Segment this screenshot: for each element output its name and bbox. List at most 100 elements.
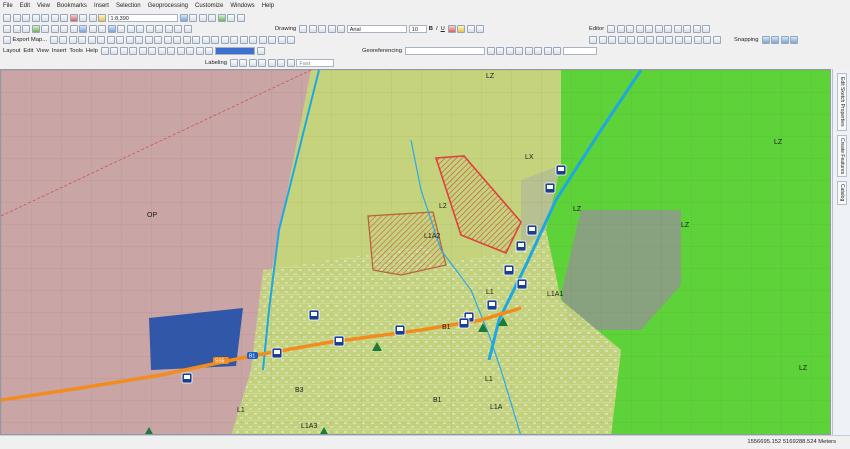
pan-icon[interactable] bbox=[22, 24, 30, 33]
italic-button[interactable]: I bbox=[436, 26, 438, 32]
bold-button[interactable]: B bbox=[429, 26, 433, 32]
search-window-icon[interactable] bbox=[208, 13, 216, 22]
label-style-icon[interactable] bbox=[286, 58, 295, 67]
georef-value-field[interactable] bbox=[562, 46, 597, 55]
pause-labeling-icon[interactable] bbox=[267, 58, 276, 67]
bus-stop-pin[interactable] bbox=[486, 299, 498, 311]
bus-stop-pin[interactable] bbox=[308, 309, 320, 321]
schematic-icon[interactable] bbox=[220, 35, 229, 44]
tools-menu[interactable]: Tools bbox=[69, 48, 83, 54]
3d-icon[interactable] bbox=[258, 35, 267, 44]
redo-icon[interactable] bbox=[88, 13, 97, 22]
line-color-icon[interactable] bbox=[466, 24, 475, 33]
open-folder-icon[interactable] bbox=[12, 13, 21, 22]
transparency-icon[interactable] bbox=[106, 35, 115, 44]
draw-icon[interactable] bbox=[287, 35, 296, 44]
menu-help[interactable]: Help bbox=[262, 3, 274, 9]
bus-stop-pin[interactable] bbox=[271, 347, 283, 359]
menu-insert[interactable]: Insert bbox=[94, 3, 109, 9]
highlight-parcel-l1a2[interactable] bbox=[367, 211, 447, 276]
update-display-icon[interactable] bbox=[553, 46, 562, 55]
data-driven-pages-icon[interactable] bbox=[256, 46, 265, 55]
sketch-properties-icon[interactable] bbox=[692, 24, 701, 33]
drawing-menu[interactable]: Drawing bbox=[275, 26, 296, 32]
swipe-icon[interactable] bbox=[59, 35, 68, 44]
effects-icon[interactable] bbox=[78, 35, 87, 44]
edit-annotation-icon[interactable] bbox=[616, 24, 625, 33]
underline-button[interactable]: U bbox=[441, 26, 445, 32]
create-features-icon[interactable] bbox=[702, 24, 711, 33]
georef-layer-dropdown[interactable] bbox=[404, 46, 485, 55]
view-link-table-icon[interactable] bbox=[524, 46, 533, 55]
edit-tool-icon[interactable] bbox=[607, 24, 616, 33]
labeling-menu[interactable]: Labeling bbox=[205, 60, 227, 66]
help-menu-2[interactable]: Help bbox=[86, 48, 98, 54]
select-features-icon[interactable] bbox=[79, 24, 87, 33]
time-slider-icon[interactable] bbox=[174, 24, 182, 33]
bus-stop-pin[interactable] bbox=[333, 335, 345, 347]
fixed-zoom-in-layout-icon[interactable] bbox=[148, 46, 157, 55]
toggle-draft-icon[interactable] bbox=[186, 46, 195, 55]
view-unplaced-icon[interactable] bbox=[277, 58, 286, 67]
identify-icon[interactable] bbox=[107, 24, 116, 33]
menu-geoprocessing[interactable]: Geoprocessing bbox=[148, 3, 188, 9]
smooth-icon[interactable] bbox=[665, 35, 673, 44]
rotate-feature-icon[interactable] bbox=[673, 24, 682, 33]
layout-zoom-in-icon[interactable] bbox=[100, 46, 109, 55]
find-icon[interactable] bbox=[145, 24, 154, 33]
edit-menu-2[interactable]: Edit bbox=[23, 48, 33, 54]
undo-icon[interactable] bbox=[79, 13, 87, 22]
back-extent-icon[interactable] bbox=[60, 24, 68, 33]
point-snapping-icon[interactable] bbox=[761, 35, 770, 44]
topology-icon[interactable] bbox=[201, 35, 210, 44]
go-forward-icon[interactable] bbox=[176, 46, 185, 55]
label-priority-icon[interactable] bbox=[239, 58, 248, 67]
tab-catalog[interactable]: Catalog bbox=[837, 181, 847, 205]
refresh-icon[interactable] bbox=[144, 35, 153, 44]
tracking-icon[interactable] bbox=[249, 35, 258, 44]
hyperlink-icon[interactable] bbox=[117, 24, 125, 33]
rotate-icon[interactable] bbox=[308, 24, 317, 33]
font-size-dropdown[interactable]: 10 bbox=[408, 24, 427, 33]
bus-stop-pin[interactable] bbox=[516, 278, 528, 290]
add-control-points-icon[interactable] bbox=[515, 46, 524, 55]
menu-view[interactable]: View bbox=[37, 3, 50, 9]
cut-polygon-icon[interactable] bbox=[598, 35, 607, 44]
viewer-georef-icon[interactable] bbox=[534, 46, 543, 55]
split-icon[interactable] bbox=[664, 24, 673, 33]
layer-icon[interactable] bbox=[49, 35, 58, 44]
menu-windows[interactable]: Windows bbox=[230, 3, 254, 9]
menu-customize[interactable]: Customize bbox=[195, 3, 223, 9]
bus-stop-pin[interactable] bbox=[555, 164, 567, 176]
copy-parallel-icon[interactable] bbox=[636, 35, 645, 44]
overview-icon[interactable] bbox=[125, 35, 134, 44]
lock-labels-icon[interactable] bbox=[258, 58, 267, 67]
explode-icon[interactable] bbox=[646, 35, 654, 44]
attributes-icon[interactable] bbox=[683, 24, 692, 33]
merge-icon[interactable] bbox=[608, 35, 616, 44]
layout-zoom-out-icon[interactable] bbox=[110, 46, 119, 55]
scale-icon[interactable] bbox=[693, 35, 702, 44]
marker-color-icon[interactable] bbox=[476, 24, 485, 33]
model-builder-icon[interactable] bbox=[236, 13, 245, 22]
change-layout-icon[interactable] bbox=[205, 46, 214, 55]
menu-bookmarks[interactable]: Bookmarks bbox=[57, 3, 87, 9]
data-view-icon[interactable] bbox=[163, 35, 172, 44]
text-icon[interactable] bbox=[327, 24, 336, 33]
python-window-icon[interactable] bbox=[227, 13, 235, 22]
shift-icon[interactable] bbox=[496, 46, 505, 55]
network-icon[interactable] bbox=[230, 35, 239, 44]
trace-icon[interactable] bbox=[645, 24, 654, 33]
paste-icon[interactable] bbox=[60, 13, 68, 22]
layout-zoom-dropdown[interactable] bbox=[214, 46, 255, 55]
vertex-snapping-icon[interactable] bbox=[780, 35, 789, 44]
end-snapping-icon[interactable] bbox=[771, 35, 779, 44]
label-quality-dropdown[interactable]: Fast bbox=[296, 58, 335, 67]
zoom-100-icon[interactable] bbox=[138, 46, 147, 55]
tab-create-features[interactable]: Create Features bbox=[837, 135, 847, 177]
zoom-in-icon[interactable] bbox=[3, 24, 11, 33]
arctoolbox-icon[interactable] bbox=[217, 13, 226, 22]
flicker-icon[interactable] bbox=[68, 35, 77, 44]
clear-selection-icon[interactable] bbox=[88, 24, 97, 33]
delete-icon[interactable] bbox=[69, 13, 78, 22]
